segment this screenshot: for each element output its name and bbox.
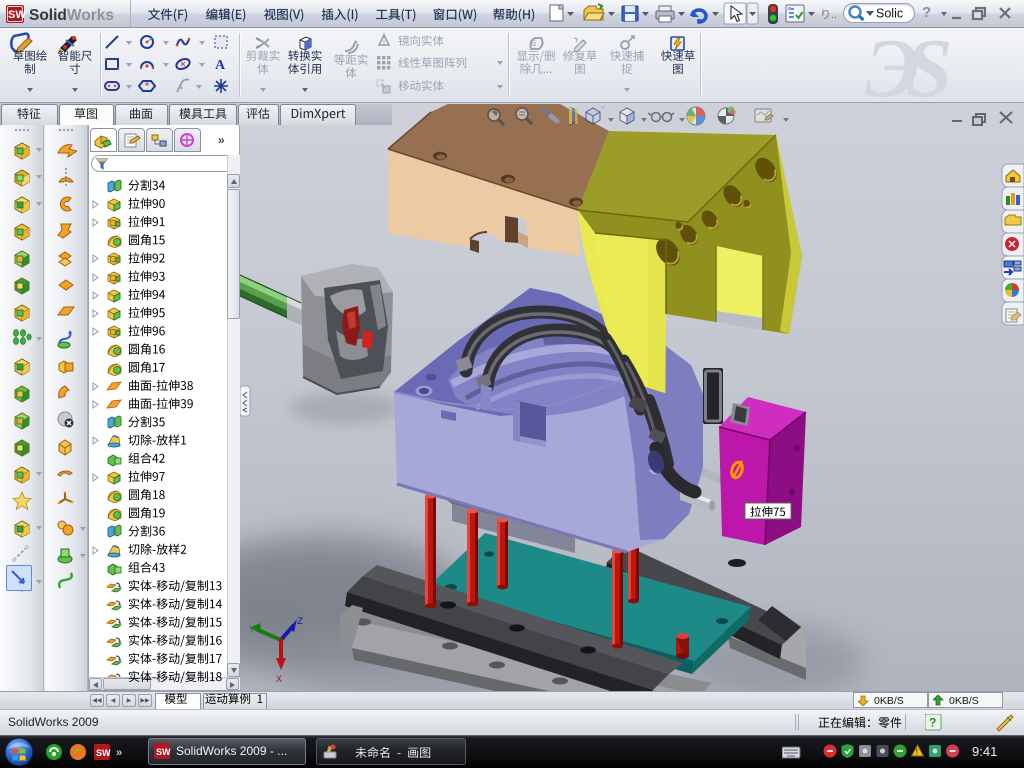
- svg-text:SW: SW: [96, 748, 111, 758]
- svg-text:SW: SW: [8, 9, 26, 21]
- svg-text:SW: SW: [156, 747, 171, 757]
- svg-text:»: »: [116, 747, 122, 759]
- svg-text:?: ?: [929, 716, 936, 730]
- svg-text:A: A: [215, 58, 226, 73]
- svg-text:Y: Y: [249, 625, 255, 636]
- svg-text:り..: り..: [820, 8, 837, 21]
- svg-text:X: X: [276, 675, 282, 686]
- svg-text:Solic: Solic: [876, 7, 903, 21]
- svg-text:6: 6: [531, 38, 536, 48]
- svg-text:SolidWorks: SolidWorks: [29, 7, 114, 24]
- svg-text:Z: Z: [297, 617, 303, 628]
- svg-text:!: !: [916, 748, 918, 757]
